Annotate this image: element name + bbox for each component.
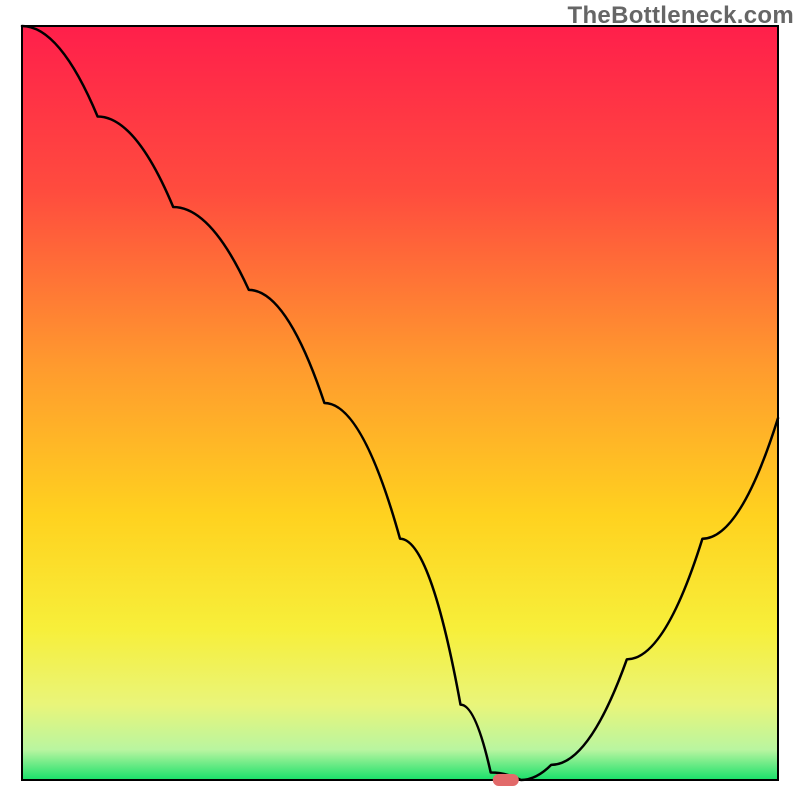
min-marker — [493, 774, 519, 786]
watermark-label: TheBottleneck.com — [568, 2, 794, 30]
chart-frame: TheBottleneck.com — [0, 0, 800, 800]
bottleneck-chart — [0, 0, 800, 800]
